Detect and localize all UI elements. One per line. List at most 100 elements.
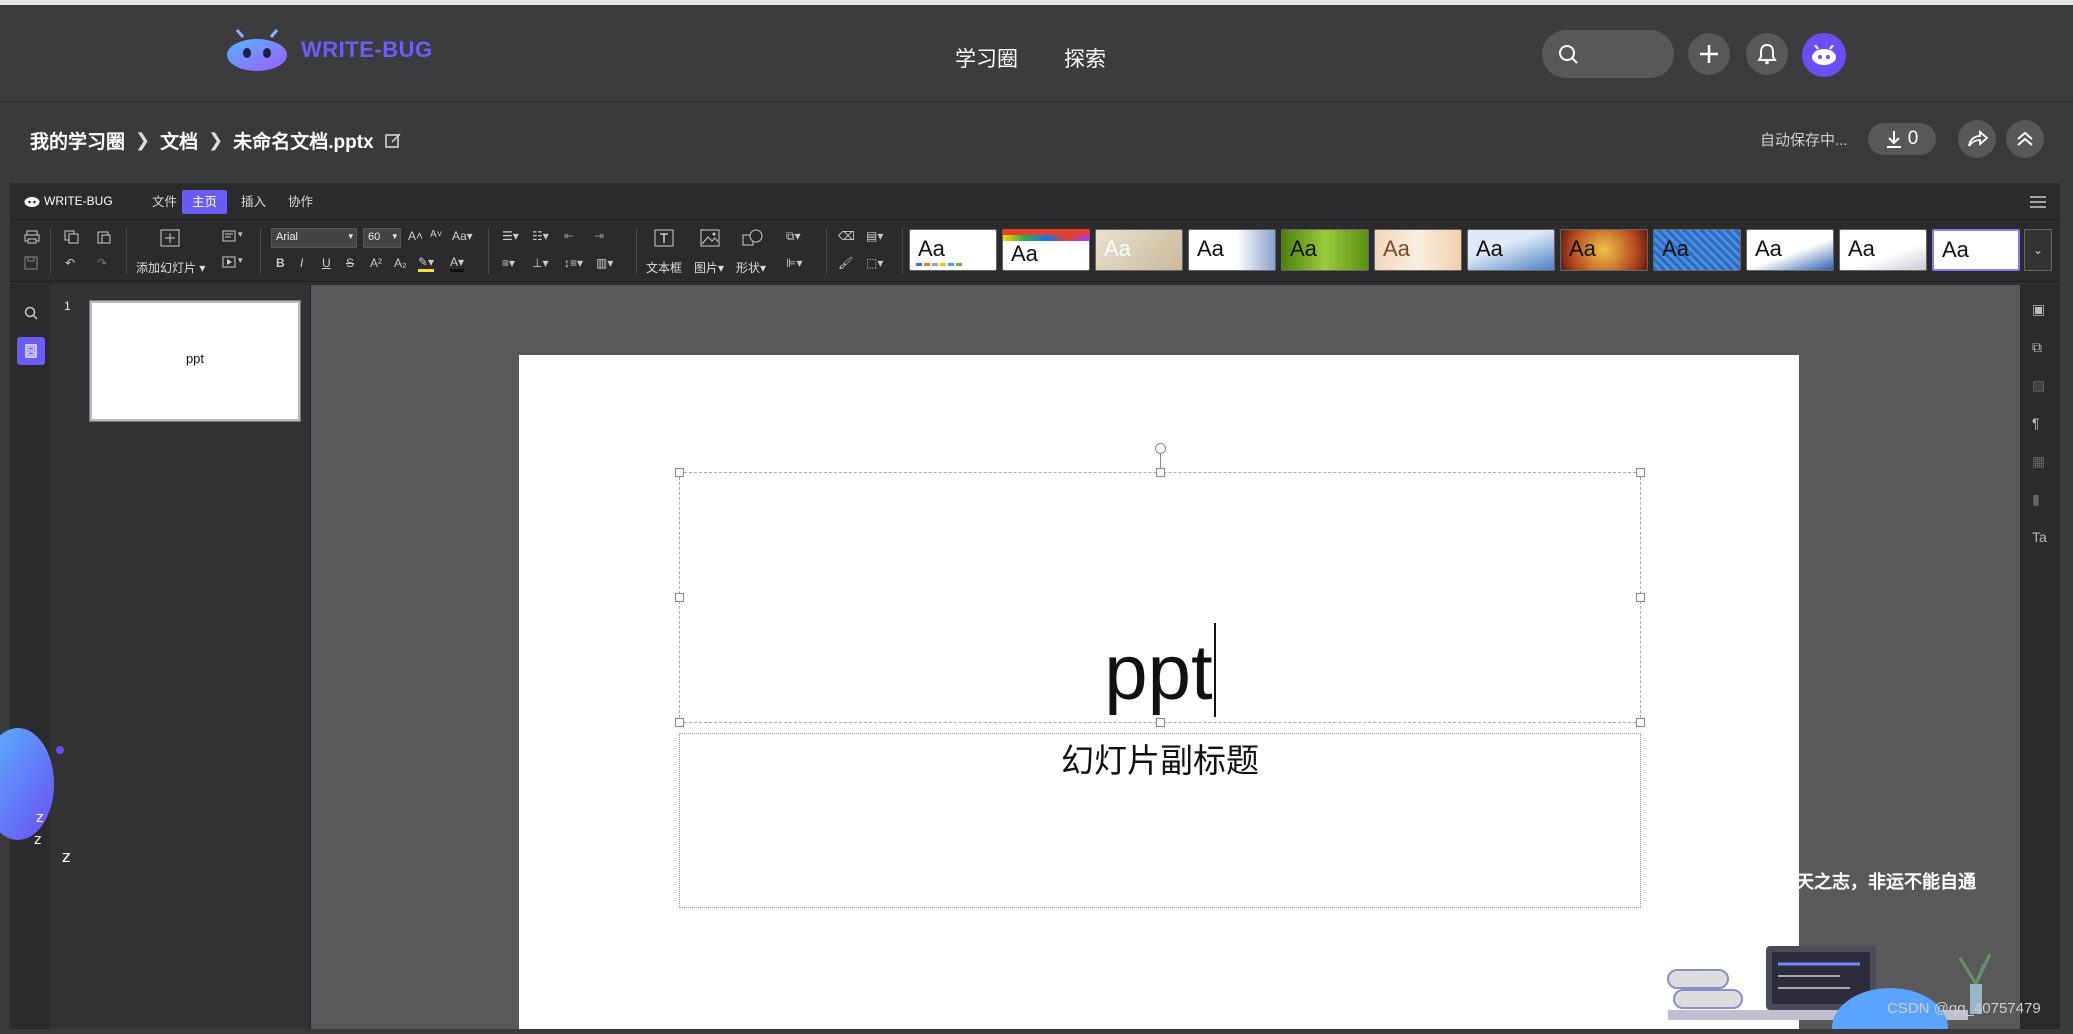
search-button[interactable] (1542, 30, 1674, 78)
theme-corner-blue[interactable]: Aa (1746, 229, 1834, 271)
menu-insert[interactable]: 插入 (231, 190, 276, 214)
resize-handle[interactable] (675, 468, 684, 477)
share-button[interactable] (1958, 120, 1996, 158)
horizontal-align-icon[interactable]: ≡▾ (502, 256, 515, 270)
strikethrough-icon[interactable]: S (346, 256, 354, 270)
theme-pixel[interactable]: Aa (1002, 229, 1090, 271)
slide-title[interactable]: ppt (680, 623, 1640, 718)
bold-icon[interactable]: B (276, 256, 285, 270)
font-family-select[interactable]: Arial ▾ (271, 228, 357, 248)
fill-icon[interactable]: ▤▾ (866, 229, 883, 243)
theme-bright[interactable]: Aa (1560, 229, 1648, 271)
edit-title-icon[interactable] (384, 132, 402, 150)
bullet-list-icon[interactable]: ☰▾ (502, 229, 519, 243)
image-settings-icon[interactable]: ▨ (2032, 377, 2045, 394)
breadcrumb-documents[interactable]: 文档 (160, 127, 198, 154)
decrease-indent-icon[interactable]: ⇤ (564, 229, 574, 243)
search-slides-button[interactable] (17, 299, 45, 327)
font-color-icon[interactable]: A▾ (450, 255, 465, 272)
textbox-label[interactable]: 文本框 (646, 259, 682, 276)
slide-thumbnail[interactable]: ppt (89, 300, 301, 422)
undo-icon[interactable]: ↶ (65, 256, 75, 270)
slide-size-icon[interactable]: ⬚▾ (866, 256, 883, 270)
theme-lines[interactable]: Aa (1374, 229, 1462, 271)
more-themes-button[interactable]: ⌄ (2024, 229, 2052, 271)
chevron-down-icon[interactable]: ▾ (238, 229, 243, 240)
picture-icon[interactable] (700, 229, 720, 247)
resize-handle[interactable] (1636, 718, 1645, 727)
layout-icon[interactable] (222, 230, 236, 242)
copy-icon[interactable] (64, 230, 80, 244)
hamburger-menu-icon[interactable] (2030, 196, 2046, 208)
textbox-icon[interactable] (654, 229, 674, 247)
line-spacing-icon[interactable]: ↕≡▾ (564, 256, 583, 270)
highlight-icon[interactable]: ✎▾ (418, 255, 435, 272)
subtitle-placeholder[interactable]: 幻灯片副标题 (679, 733, 1641, 908)
download-button[interactable]: 0 (1868, 123, 1936, 155)
font-family-value: Arial (276, 231, 299, 243)
rotate-handle-icon[interactable] (1155, 443, 1166, 454)
print-icon[interactable] (24, 230, 40, 244)
arrange-icon[interactable]: ⧉▾ (786, 229, 801, 244)
vertical-align-icon[interactable]: ⊥▾ (532, 256, 548, 270)
increase-indent-icon[interactable]: ⇥ (594, 229, 604, 243)
eraser-icon[interactable]: ⌫ (838, 229, 855, 243)
shape-button[interactable]: 形状▾ (736, 259, 766, 276)
add-slide-icon[interactable] (160, 229, 180, 247)
redo-icon[interactable]: ↷ (97, 256, 107, 270)
text-art-settings-icon[interactable]: Ta (2032, 529, 2047, 545)
paragraph-settings-icon[interactable]: ¶ (2032, 415, 2040, 431)
decrease-font-icon[interactable]: A˅ (430, 229, 443, 240)
table-settings-icon[interactable]: ▦ (2032, 453, 2045, 470)
shape-settings-icon[interactable]: ⧉ (2032, 339, 2042, 356)
columns-icon[interactable]: ▥▾ (596, 256, 613, 270)
notifications-button[interactable] (1746, 33, 1788, 75)
breadcrumb-study-circle[interactable]: 我的学习圈 (30, 127, 125, 154)
resize-handle[interactable] (1156, 468, 1165, 477)
add-slide-button[interactable]: 添加幻灯片 ▾ (136, 259, 205, 276)
theme-blank[interactable]: Aa (909, 229, 997, 271)
slides-panel-button[interactable] (17, 337, 45, 365)
menu-home[interactable]: 主页 (182, 190, 228, 214)
chevron-down-icon[interactable]: ▾ (238, 255, 243, 266)
slide-subtitle[interactable]: 幻灯片副标题 (680, 734, 1640, 782)
numbered-list-icon[interactable]: ☷▾ (532, 229, 549, 243)
title-placeholder[interactable]: ppt (675, 443, 1645, 727)
underline-icon[interactable]: U (322, 256, 331, 270)
theme-simple-gray[interactable]: Aa (1839, 229, 1927, 271)
theme-green-leaf[interactable]: Aa (1281, 229, 1369, 271)
nav-item-study-circle[interactable]: 学习圈 (955, 43, 1018, 73)
save-icon[interactable] (24, 256, 38, 270)
theme-blue-wave[interactable]: Aa (1467, 229, 1555, 271)
chart-settings-icon[interactable]: ▮ (2032, 491, 2040, 508)
theme-classic[interactable]: Aa (1095, 229, 1183, 271)
menu-collaborate[interactable]: 协作 (278, 190, 323, 214)
increase-font-icon[interactable]: A˄ (408, 229, 423, 243)
align-objects-icon[interactable]: ⊫▾ (786, 256, 802, 270)
subscript-icon[interactable]: A₂ (394, 256, 407, 270)
collapse-header-button[interactable] (2006, 120, 2044, 158)
resize-handle[interactable] (675, 593, 684, 602)
theme-blue-dots[interactable]: Aa (1653, 229, 1741, 271)
resize-handle[interactable] (1636, 593, 1645, 602)
site-logo[interactable]: WRITE-BUG (225, 29, 433, 71)
create-button[interactable] (1688, 33, 1730, 75)
theme-official[interactable]: Aa (1188, 229, 1276, 271)
theme-selected-white[interactable]: Aa (1932, 229, 2020, 271)
nav-item-explore[interactable]: 探索 (1064, 43, 1106, 73)
shape-icon[interactable] (742, 229, 764, 247)
format-painter-icon[interactable]: 🖌 (838, 256, 853, 270)
paste-icon[interactable] (96, 230, 112, 244)
slideshow-icon[interactable] (222, 256, 236, 268)
change-case-icon[interactable]: Aa▾ (452, 229, 473, 243)
font-size-select[interactable]: 60 ▾ (363, 228, 401, 248)
resize-handle[interactable] (675, 718, 684, 727)
user-avatar[interactable] (1802, 33, 1846, 77)
menu-file[interactable]: 文件 (142, 190, 187, 214)
superscript-icon[interactable]: A² (370, 256, 382, 270)
italic-icon[interactable]: I (300, 256, 303, 270)
resize-handle[interactable] (1156, 718, 1165, 727)
slide-settings-icon[interactable]: ▣ (2032, 301, 2045, 318)
picture-button[interactable]: 图片▾ (694, 259, 724, 276)
resize-handle[interactable] (1636, 468, 1645, 477)
